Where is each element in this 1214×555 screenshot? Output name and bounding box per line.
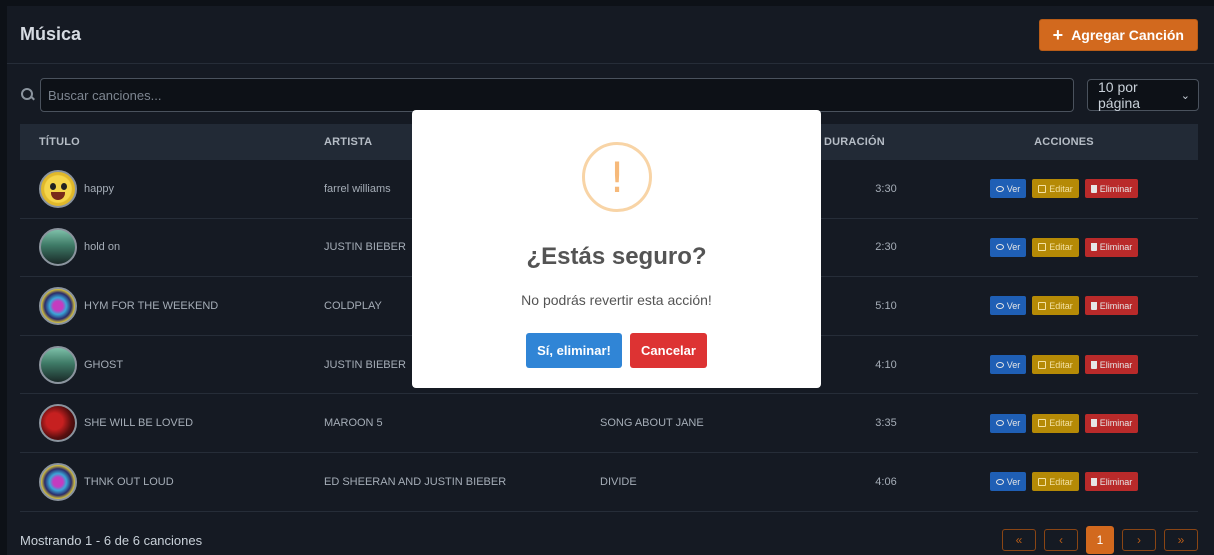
dialog-title: ¿Estás seguro? (526, 243, 707, 270)
dialog-actions: Sí, eliminar! Cancelar (412, 333, 821, 368)
warning-icon: ! (582, 142, 652, 212)
cancel-button[interactable]: Cancelar (630, 333, 707, 368)
confirm-dialog: ! ¿Estás seguro? No podrás revertir esta… (412, 110, 821, 388)
dialog-text: No podrás revertir esta acción! (521, 292, 712, 308)
confirm-delete-button[interactable]: Sí, eliminar! (526, 333, 622, 368)
